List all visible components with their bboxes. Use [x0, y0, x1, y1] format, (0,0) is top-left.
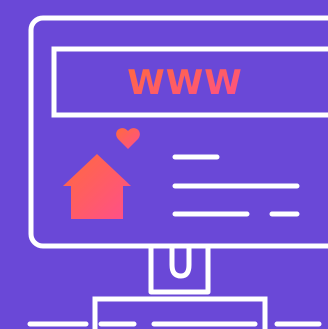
heart-icon [116, 128, 140, 149]
url-text: WWW [127, 63, 243, 103]
monitor-icon: WWW [27, 15, 328, 329]
text-lines-icon [172, 154, 300, 217]
illustration: WWW [0, 0, 328, 329]
monitor-stand-neck [148, 246, 211, 295]
house-icon [63, 154, 131, 219]
monitor-port [169, 243, 192, 279]
